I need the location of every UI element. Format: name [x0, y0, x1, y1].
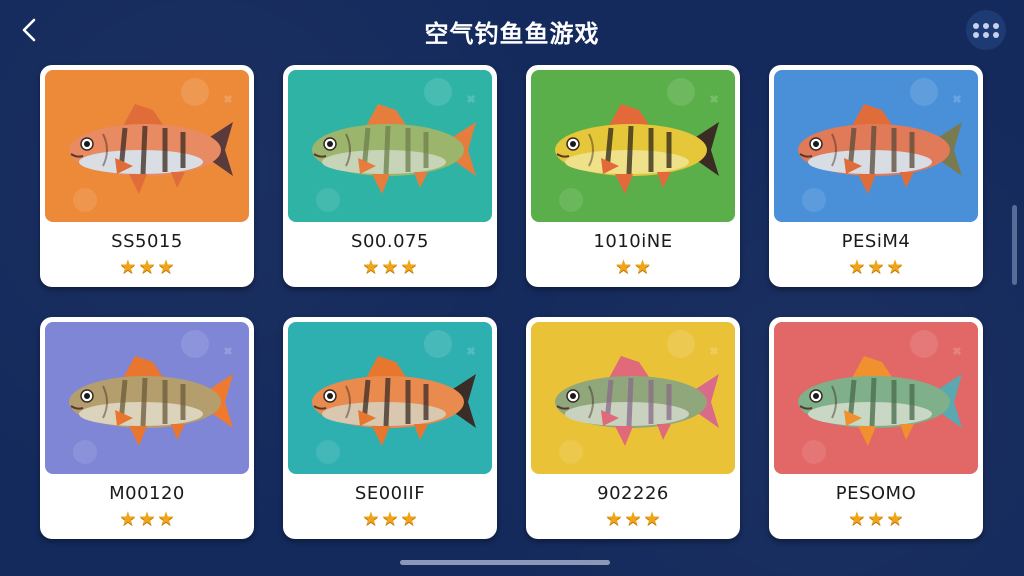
- star-rating: ★ ★ ★: [526, 509, 740, 529]
- star-rating: ★ ★ ★: [283, 257, 497, 277]
- fish-illustration: [774, 70, 978, 222]
- fish-card[interactable]: SE00IIF ★ ★ ★: [283, 317, 497, 539]
- fish-image: [531, 70, 735, 222]
- fish-image: [288, 322, 492, 474]
- star-rating: ★ ★: [526, 257, 740, 277]
- fish-illustration: [531, 70, 735, 222]
- star-icon: ★: [614, 256, 632, 278]
- fish-image: [531, 322, 735, 474]
- star-icon: ★: [362, 256, 380, 278]
- star-icon: ★: [400, 256, 418, 278]
- star-icon: ★: [381, 256, 399, 278]
- star-icon: ★: [867, 256, 885, 278]
- menu-button[interactable]: [966, 10, 1006, 50]
- star-rating: ★ ★ ★: [769, 509, 983, 529]
- star-icon: ★: [848, 256, 866, 278]
- fish-card[interactable]: PESOMO ★ ★ ★: [769, 317, 983, 539]
- fish-card[interactable]: 1010iNE ★ ★: [526, 65, 740, 287]
- fish-card[interactable]: PESiM4 ★ ★ ★: [769, 65, 983, 287]
- fish-name: 902226: [597, 483, 669, 504]
- star-rating: ★ ★ ★: [40, 257, 254, 277]
- fish-illustration: [45, 70, 249, 222]
- fish-illustration: [774, 322, 978, 474]
- star-rating: ★ ★ ★: [283, 509, 497, 529]
- star-icon: ★: [157, 256, 175, 278]
- fish-image: [45, 70, 249, 222]
- star-icon: ★: [381, 508, 399, 530]
- fish-card[interactable]: S00.075 ★ ★ ★: [283, 65, 497, 287]
- star-icon: ★: [157, 508, 175, 530]
- star-icon: ★: [119, 508, 137, 530]
- star-icon: ★: [848, 508, 866, 530]
- fish-name: SE00IIF: [354, 483, 426, 504]
- fish-illustration: [531, 322, 735, 474]
- fish-image: [774, 70, 978, 222]
- fish-name: S00.075: [351, 231, 429, 252]
- fish-name: PESOMO: [835, 483, 917, 504]
- page-title: 空气钓鱼鱼游戏: [424, 20, 600, 48]
- fish-name: PESiM4: [841, 231, 911, 252]
- fish-name: M00120: [109, 483, 185, 504]
- fish-illustration: [288, 70, 492, 222]
- star-icon: ★: [138, 256, 156, 278]
- star-icon: ★: [119, 256, 137, 278]
- star-icon: ★: [643, 508, 661, 530]
- star-icon: ★: [362, 508, 380, 530]
- fish-illustration: [288, 322, 492, 474]
- star-icon: ★: [605, 508, 623, 530]
- star-icon: ★: [400, 508, 418, 530]
- star-icon: ★: [624, 508, 642, 530]
- star-icon: ★: [867, 508, 885, 530]
- fish-card[interactable]: M00120 ★ ★ ★: [40, 317, 254, 539]
- grid-dots-icon: [973, 22, 999, 38]
- scrollbar[interactable]: [1012, 205, 1017, 285]
- fish-card[interactable]: 902226 ★ ★ ★: [526, 317, 740, 539]
- fish-image: [45, 322, 249, 474]
- home-indicator: [400, 560, 610, 565]
- fish-name: 1010iNE: [593, 231, 673, 252]
- star-icon: ★: [138, 508, 156, 530]
- fish-card[interactable]: SS5015 ★ ★ ★: [40, 65, 254, 287]
- star-icon: ★: [634, 256, 652, 278]
- fish-illustration: [45, 322, 249, 474]
- fish-name: SS5015: [111, 231, 183, 252]
- fish-image: [774, 322, 978, 474]
- star-rating: ★ ★ ★: [40, 509, 254, 529]
- star-icon: ★: [886, 508, 904, 530]
- top-bar: 空气钓鱼鱼游戏: [0, 0, 1024, 60]
- fish-image: [288, 70, 492, 222]
- star-rating: ★ ★ ★: [769, 257, 983, 277]
- star-icon: ★: [886, 256, 904, 278]
